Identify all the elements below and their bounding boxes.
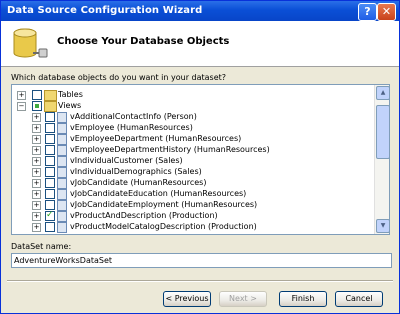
expand-view-icon[interactable]: + xyxy=(32,179,41,188)
view-label: vProductAndDescription (Production) xyxy=(70,211,218,220)
view-label: vEmployeeDepartment (HumanResources) xyxy=(70,134,242,143)
expand-tables-icon[interactable]: + xyxy=(17,91,26,100)
collapse-views-icon[interactable]: − xyxy=(17,102,26,111)
expand-view-icon[interactable]: + xyxy=(32,212,41,221)
view-label: vAdditionalContactInfo (Person) xyxy=(70,112,197,121)
page-title: Choose Your Database Objects xyxy=(57,36,230,47)
view-label: vJobCandidateEmployment (HumanResources) xyxy=(70,200,258,209)
wizard-header: Choose Your Database Objects xyxy=(1,21,399,67)
view-checkbox[interactable] xyxy=(45,222,55,232)
window-title: Data Source Configuration Wizard xyxy=(7,5,203,16)
tree-node-views[interactable]: − Views xyxy=(12,100,372,112)
database-icon xyxy=(13,28,48,58)
view-checkbox[interactable] xyxy=(45,178,55,188)
vertical-scrollbar[interactable]: ▲ ▼ xyxy=(374,85,389,234)
view-checkbox[interactable] xyxy=(45,200,55,210)
view-checkbox[interactable] xyxy=(45,134,55,144)
expand-view-icon[interactable]: + xyxy=(32,124,41,133)
dataset-name-input[interactable] xyxy=(11,253,392,268)
expand-view-icon[interactable]: + xyxy=(32,201,41,210)
tree-node-view[interactable]: + vJobCandidateEmployment (HumanResources… xyxy=(12,199,372,211)
view-label: vProductModelCatalogDescription (Product… xyxy=(70,222,257,231)
view-checkbox[interactable] xyxy=(45,156,55,166)
view-checkbox[interactable] xyxy=(45,145,55,155)
tree-node-view[interactable]: + vEmployee (HumanResources) xyxy=(12,122,372,134)
view-checkbox[interactable] xyxy=(45,167,55,177)
expand-view-icon[interactable]: + xyxy=(32,135,41,144)
view-label: vEmployeeDepartmentHistory (HumanResourc… xyxy=(70,145,270,154)
view-label: vEmployee (HumanResources) xyxy=(70,123,193,132)
view-checkbox[interactable] xyxy=(45,123,55,133)
tree-node-view[interactable]: + vIndividualDemographics (Sales) xyxy=(12,166,372,178)
view-label: vIndividualDemographics (Sales) xyxy=(70,167,202,176)
title-bar[interactable]: Data Source Configuration Wizard ? ✕ xyxy=(1,1,399,21)
scrollbar-thumb[interactable] xyxy=(376,105,389,159)
view-checkbox[interactable] xyxy=(45,189,55,199)
expand-view-icon[interactable]: + xyxy=(32,168,41,177)
checkmark-icon: ✓ xyxy=(46,210,54,220)
view-label: vJobCandidateEducation (HumanResources) xyxy=(70,189,247,198)
tree-node-view[interactable]: + vProductModelCatalogDescription (Produc… xyxy=(12,221,372,233)
previous-button[interactable]: < Previous xyxy=(163,291,211,307)
view-checkbox[interactable] xyxy=(45,112,55,122)
tree-node-view[interactable]: + vEmployeeDepartment (HumanResources) xyxy=(12,133,372,145)
tree-node-view[interactable]: + vEmployeeDepartmentHistory (HumanResour… xyxy=(12,144,372,156)
tree-label-views: Views xyxy=(58,101,82,110)
wizard-window: Data Source Configuration Wizard ? ✕ Cho… xyxy=(0,0,400,314)
finish-button[interactable]: Finish xyxy=(279,291,327,307)
expand-view-icon[interactable]: + xyxy=(32,157,41,166)
view-label: vJobCandidate (HumanResources) xyxy=(70,178,207,187)
scroll-up-icon[interactable]: ▲ xyxy=(376,86,389,100)
tree-node-view[interactable]: + ✓ vProductAndDescription (Production) xyxy=(12,210,372,222)
cancel-button[interactable]: Cancel xyxy=(335,291,383,307)
expand-view-icon[interactable]: + xyxy=(32,146,41,155)
view-label: vIndividualCustomer (Sales) xyxy=(70,156,183,165)
tree-node-view[interactable]: + vIndividualCustomer (Sales) xyxy=(12,155,372,167)
tree-label-tables: Tables xyxy=(58,90,83,99)
next-button[interactable]: Next > xyxy=(219,291,267,307)
prompt-text: Which database objects do you want in yo… xyxy=(11,73,227,82)
tree-node-view[interactable]: + vAdditionalContactInfo (Person) xyxy=(12,111,372,123)
tables-checkbox[interactable] xyxy=(32,90,42,100)
expand-view-icon[interactable]: + xyxy=(32,190,41,199)
database-objects-tree[interactable]: + Tables − Views + vAdditionalContactInfo… xyxy=(11,84,390,235)
tree-node-view[interactable]: + vJobCandidate (HumanResources) xyxy=(12,177,372,189)
view-checkbox[interactable]: ✓ xyxy=(45,210,55,221)
view-icon xyxy=(57,222,67,233)
divider xyxy=(7,280,393,282)
scroll-down-icon[interactable]: ▼ xyxy=(376,219,389,233)
views-checkbox[interactable] xyxy=(32,101,42,111)
help-button[interactable]: ? xyxy=(358,3,377,21)
tree-node-view[interactable]: + vJobCandidateEducation (HumanResources) xyxy=(12,188,372,200)
expand-view-icon[interactable]: + xyxy=(32,113,41,122)
close-button[interactable]: ✕ xyxy=(377,3,396,21)
expand-view-icon[interactable]: + xyxy=(32,223,41,232)
tree-node-tables[interactable]: + Tables xyxy=(12,89,372,101)
dataset-name-label: DataSet name: xyxy=(11,242,72,251)
